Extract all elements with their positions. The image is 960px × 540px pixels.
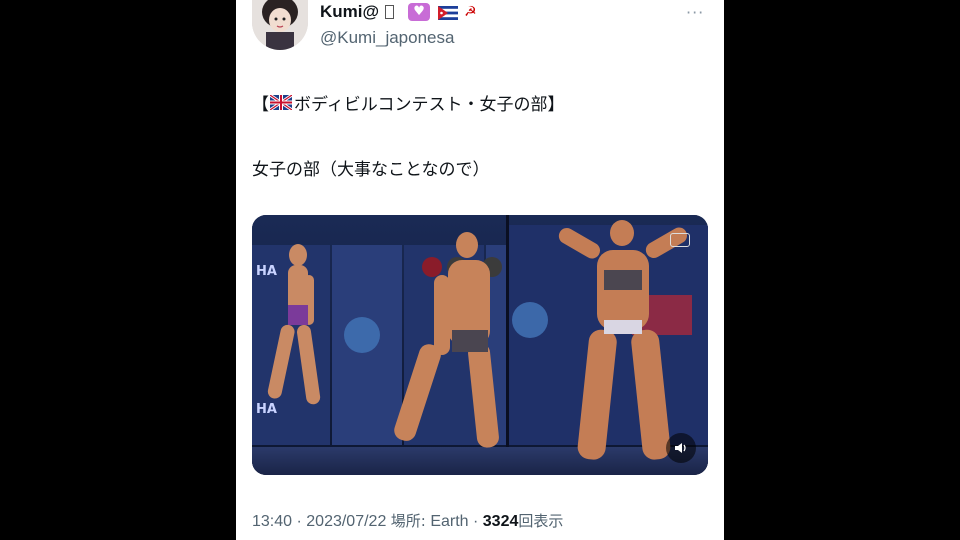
tweet-card: Kumi@ ♥ ☭ @Kumi_japonesa ··· 【 ボディビルコンテス… <box>236 0 724 540</box>
title-open-bracket: 【 <box>252 95 269 115</box>
location-value: Earth <box>430 513 469 530</box>
author-handle[interactable]: @Kumi_japonesa <box>320 28 454 48</box>
avatar[interactable] <box>252 0 308 50</box>
cuba-flag-icon <box>438 5 459 20</box>
video-media[interactable]: HA HA <box>252 215 708 475</box>
meta-separator-2: · <box>468 513 483 530</box>
video-frame: HA HA <box>252 215 708 475</box>
cc-icon[interactable] <box>670 233 690 247</box>
hammer-sickle-icon: ☭ <box>464 4 477 20</box>
speaker-icon[interactable] <box>666 433 696 463</box>
tweet-meta: 13:40 · 2023/07/22 場所: Earth · 3324回表示 <box>252 510 563 531</box>
post-title: 【 ボディビルコンテスト・女子の部 】 <box>252 90 564 115</box>
svg-text:HA: HA <box>256 402 277 417</box>
more-options-icon[interactable]: ··· <box>686 3 704 22</box>
tweet-date[interactable]: 2023/07/22 <box>306 513 386 530</box>
uk-flag-icon <box>269 93 293 112</box>
heart-icon: ♥ <box>408 3 431 21</box>
missing-glyph-icon <box>385 5 395 19</box>
meta-separator: · <box>292 513 307 530</box>
views-label: 回表示 <box>518 512 564 530</box>
display-name-text: Kumi@ <box>320 2 380 21</box>
post-body-text: 女子の部（大事なことなので） <box>252 160 490 180</box>
location-label: 場所: <box>390 512 426 530</box>
view-count: 3324 <box>482 513 519 530</box>
svg-text:HA: HA <box>256 264 277 279</box>
title-close-bracket: 】 <box>547 95 565 115</box>
title-text: ボディビルコンテスト・女子の部 <box>294 95 548 115</box>
author-display-name[interactable]: Kumi@ ♥ ☭ <box>320 2 477 22</box>
tweet-time[interactable]: 13:40 <box>252 513 292 530</box>
